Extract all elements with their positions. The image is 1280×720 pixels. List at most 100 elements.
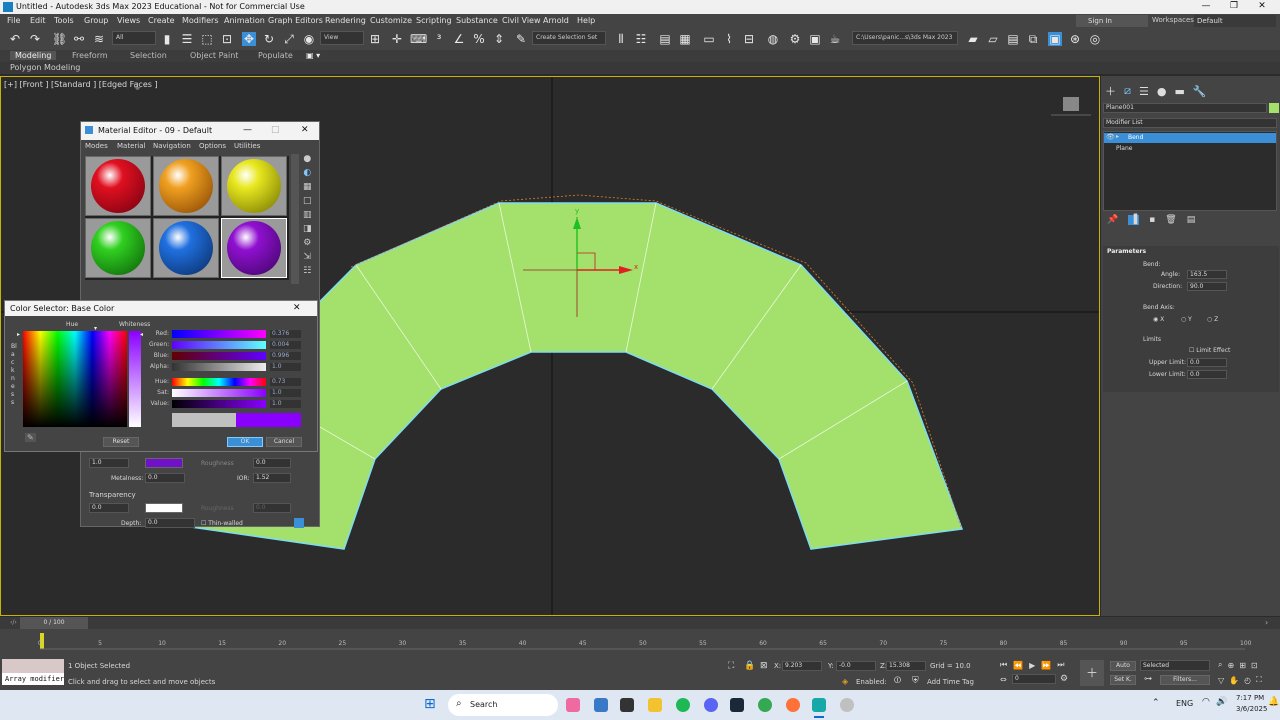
object-color-swatch[interactable] [1269,103,1279,113]
snap-icon[interactable]: ³ [432,32,446,46]
zoom-icon[interactable]: ⌕ [1218,660,1222,670]
layer-explorer-icon[interactable]: ▦ [678,32,692,46]
transparency-roughness-dropdown[interactable]: Roughness [201,505,234,512]
workspace-dropdown[interactable]: Default [1194,15,1276,27]
transparency-color-swatch[interactable] [145,503,183,513]
key-filters-icon[interactable]: ⊶ [1144,674,1152,683]
spinner-snap-icon[interactable]: ⇕ [492,32,506,46]
edit-named-sets-icon[interactable]: ✎ [514,32,528,46]
go-to-end-icon[interactable]: ⏭ [1057,660,1064,670]
time-slider-track[interactable]: ‹/› 0 / 100 › [0,617,1280,629]
backlight-icon[interactable]: ◐ [303,168,311,178]
other-app-icon[interactable] [840,698,854,712]
tray-overflow-icon[interactable]: ⌃ [1152,698,1160,708]
clock-time[interactable]: 7:17 PM [1236,694,1264,702]
start-icon[interactable]: ⊞ [424,696,436,712]
uv-tiling-icon[interactable]: □ [303,196,312,206]
enabled-toggle-icon[interactable]: ⏼ [894,676,901,686]
maxscript-listener[interactable] [2,659,64,673]
previous-frame-icon[interactable]: ⏪ [1013,661,1023,670]
whiteness-bar[interactable] [129,331,141,427]
display-tab-icon[interactable]: ▬ [1174,85,1184,98]
hue-field[interactable]: 0.73 [270,378,301,386]
absolute-mode-icon[interactable]: ⊠ [760,661,768,671]
eye-icon[interactable]: 👁 [1106,133,1115,141]
volume-icon[interactable]: 🔊 [1216,697,1227,707]
select-object-icon[interactable]: ▮ [160,32,174,46]
zoom-extents-all-icon[interactable]: ⊡ [1251,661,1258,670]
move-icon[interactable]: ✥ [242,32,256,46]
me-menu-options[interactable]: Options [199,142,226,150]
upper-limit-field[interactable]: 0.0 [1187,358,1227,367]
blue-slider[interactable] [172,352,266,360]
selection-filter-dropdown[interactable]: All [112,31,156,45]
keyboard-shortcut-icon[interactable]: ⌨ [410,32,427,46]
close-icon[interactable]: ✕ [1252,1,1272,11]
filters-button[interactable]: Filters... [1160,675,1210,685]
create-key-button[interactable]: ＋ [1080,660,1104,686]
notification-icon[interactable]: 🔔 [1268,697,1279,707]
scroll-indicator-icon[interactable] [294,518,304,528]
hierarchy-tab-icon[interactable]: ☰ [1139,85,1149,98]
stack-item-bend[interactable]: 👁 ▸ Bend [1104,133,1276,143]
menu-group[interactable]: Group [84,16,108,25]
current-frame-field[interactable]: 0 [1012,674,1056,684]
place-icon[interactable]: ◉ [302,32,316,46]
go-to-start-icon[interactable]: ⏮ [1000,660,1007,670]
menu-file[interactable]: File [7,16,20,25]
me-maximize-icon[interactable]: □ [271,125,280,135]
3dsmax-taskbar-icon[interactable] [812,698,826,712]
arnold-render-icon[interactable]: ◎ [1088,32,1102,46]
material-editor-icon[interactable]: ◍ [766,32,780,46]
y-coord-field[interactable]: -0.0 [836,661,876,671]
ribbon-tab-populate[interactable]: Populate [258,51,293,60]
menu-civil-view[interactable]: Civil View [502,16,541,25]
stack-item-plane[interactable]: Plane [1116,145,1132,152]
alpha-slider[interactable] [172,363,266,371]
color-selector-close-icon[interactable]: ✕ [293,303,301,313]
metalness-field[interactable]: 0.0 [145,473,185,483]
menu-edit[interactable]: Edit [30,16,46,25]
reference-coord-dropdown[interactable]: View [320,31,364,45]
video-check-icon[interactable]: ▥ [303,210,312,220]
roughness-field[interactable]: 0.0 [253,458,291,468]
sat-field[interactable]: 1.0 [270,389,301,397]
maximize-viewport-icon[interactable]: ⛶ [1256,675,1262,685]
render-icon[interactable]: ☕ [828,32,842,46]
taskbar-search[interactable]: ⌕ Search [448,694,558,716]
red-slider[interactable] [172,330,266,338]
scale-icon[interactable]: ⤢ [282,32,296,46]
axis-y-radio[interactable]: ○ Y [1181,316,1192,323]
angle-snap-icon[interactable]: ∠ [452,32,466,46]
unlink-icon[interactable]: ⚯ [72,32,86,46]
menu-create[interactable]: Create [148,16,175,25]
snipping-icon[interactable] [620,698,634,712]
hue-blackness-picker[interactable] [23,331,127,427]
menu-animation[interactable]: Animation [224,16,265,25]
parameters-title[interactable]: Parameters [1107,248,1146,255]
add-time-tag-button[interactable]: Add Time Tag [927,678,974,686]
red-field[interactable]: 0.376 [270,330,301,338]
object-name-field[interactable]: Plane001 [1103,103,1267,113]
ribbon-panel-polygon-modeling[interactable]: Polygon Modeling [10,63,80,72]
menu-help[interactable]: Help [577,16,595,25]
hue-slider[interactable] [172,378,266,386]
ribbon-tab-freeform[interactable]: Freeform [72,51,108,60]
discord-icon[interactable] [704,698,718,712]
ribbon-toggle-icon[interactable]: ▭ [702,32,716,46]
transparency-weight-field[interactable]: 0.0 [89,503,129,513]
material-navigator-icon[interactable]: ☷ [303,266,311,276]
ior-field[interactable]: 1.52 [253,473,291,483]
wifi-icon[interactable]: ◠ [1202,697,1210,707]
ribbon-tab-modeling[interactable]: Modeling [10,51,57,60]
transparency-roughness-field[interactable]: 0.0 [253,503,291,513]
x-coord-field[interactable]: 9.203 [782,661,822,671]
pin-stack-icon[interactable]: 📌 [1107,215,1118,225]
viewport-layout-icon[interactable]: ▣ [1048,32,1062,46]
me-close-icon[interactable]: ✕ [301,125,309,135]
green-field[interactable]: 0.004 [270,341,301,349]
field-of-view-icon[interactable]: ▽ [1218,676,1224,685]
arnold-icon[interactable]: ⊛ [1068,32,1082,46]
track-bar[interactable]: 0 5 10 15 20 25 30 35 40 45 50 55 60 65 70 75 80 85 90 95 10… [0,629,1280,657]
menu-customize[interactable]: Customize [370,16,412,25]
